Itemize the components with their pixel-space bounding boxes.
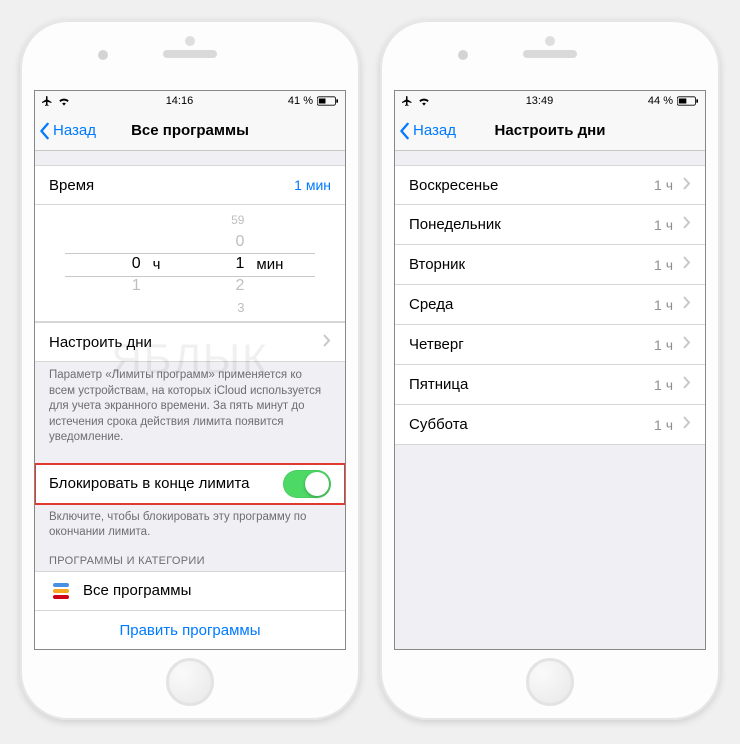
airplane-mode-icon — [401, 95, 413, 107]
day-value: 1 ч — [654, 177, 673, 193]
day-name: Понедельник — [409, 216, 501, 233]
back-button[interactable]: Назад — [395, 122, 456, 140]
status-bar: 13:49 44 % — [395, 91, 705, 111]
day-row[interactable]: Среда 1 ч — [395, 285, 705, 325]
day-row[interactable]: Воскресенье 1 ч — [395, 165, 705, 205]
limits-help-text: Параметр «Лимиты программ» применяется к… — [35, 362, 345, 446]
days-list: Воскресенье1 чПонедельник1 чВторник1 чСр… — [395, 165, 705, 445]
day-row[interactable]: Пятница 1 ч — [395, 365, 705, 405]
day-name: Среда — [409, 296, 453, 313]
wifi-icon — [417, 96, 431, 106]
all-apps-icon — [49, 579, 73, 603]
all-apps-row[interactable]: Все программы — [35, 571, 345, 611]
chevron-left-icon — [39, 122, 51, 140]
day-value: 1 ч — [654, 337, 673, 353]
time-row-value: 1 мин — [294, 177, 331, 193]
front-camera — [458, 50, 468, 60]
wifi-icon — [57, 96, 71, 106]
proximity-sensor — [185, 36, 195, 46]
edit-apps-button[interactable]: Править программы — [35, 611, 345, 650]
day-value: 1 ч — [654, 257, 673, 273]
battery-percent: 44 % — [648, 95, 673, 107]
screen-right: 13:49 44 % Назад Настроить дни Воскресен… — [394, 90, 706, 650]
block-at-limit-label: Блокировать в конце лимита — [49, 475, 250, 492]
day-name: Пятница — [409, 376, 468, 393]
battery-icon — [677, 96, 699, 106]
day-value: 1 ч — [654, 297, 673, 313]
home-button[interactable] — [526, 658, 574, 706]
status-time: 13:49 — [526, 95, 554, 107]
day-value: 1 ч — [654, 377, 673, 393]
nav-bar: Назад Все программы — [35, 111, 345, 151]
back-label: Назад — [53, 122, 96, 139]
earpiece-speaker — [523, 50, 577, 58]
time-row-label: Время — [49, 177, 94, 194]
chevron-right-icon — [683, 336, 691, 353]
day-row[interactable]: Четверг 1 ч — [395, 325, 705, 365]
earpiece-speaker — [163, 50, 217, 58]
chevron-right-icon — [683, 376, 691, 393]
status-time: 14:16 — [166, 95, 194, 107]
back-label: Назад — [413, 122, 456, 139]
chevron-left-icon — [399, 122, 411, 140]
block-at-limit-row[interactable]: Блокировать в конце лимита — [35, 464, 345, 504]
chevron-right-icon — [683, 296, 691, 313]
proximity-sensor — [545, 36, 555, 46]
time-row[interactable]: Время 1 мин — [35, 165, 345, 205]
battery-icon — [317, 96, 339, 106]
day-row[interactable]: Суббота 1 ч — [395, 405, 705, 445]
chevron-right-icon — [683, 177, 691, 194]
day-value: 1 ч — [654, 417, 673, 433]
all-apps-label: Все программы — [83, 582, 191, 599]
status-bar: 14:16 41 % — [35, 91, 345, 111]
chevron-right-icon — [323, 334, 331, 351]
apps-categories-header: ПРОГРАММЫ И КАТЕГОРИИ — [35, 541, 345, 571]
day-row[interactable]: Вторник 1 ч — [395, 245, 705, 285]
customize-days-row[interactable]: Настроить дни — [35, 322, 345, 362]
day-name: Вторник — [409, 256, 465, 273]
chevron-right-icon — [683, 416, 691, 433]
chevron-right-icon — [683, 216, 691, 233]
chevron-right-icon — [683, 256, 691, 273]
airplane-mode-icon — [41, 95, 53, 107]
home-button[interactable] — [166, 658, 214, 706]
time-picker[interactable]: · · 0 1 · ч 59 0 1 2 — [35, 205, 345, 322]
day-name: Четверг — [409, 336, 464, 353]
phone-left: ЯБЛЫК 14:16 41 % Назад — [20, 20, 360, 720]
customize-days-label: Настроить дни — [49, 334, 152, 351]
day-value: 1 ч — [654, 217, 673, 233]
nav-bar: Назад Настроить дни — [395, 111, 705, 151]
day-name: Суббота — [409, 416, 468, 433]
edit-apps-label: Править программы — [119, 622, 260, 639]
front-camera — [98, 50, 108, 60]
day-name: Воскресенье — [409, 177, 498, 194]
phone-right: 13:49 44 % Назад Настроить дни Воскресен… — [380, 20, 720, 720]
block-help-text: Включите, чтобы блокировать эту программ… — [35, 504, 345, 541]
block-at-limit-toggle[interactable] — [283, 470, 331, 498]
screen-left: ЯБЛЫК 14:16 41 % Назад — [34, 90, 346, 650]
battery-percent: 41 % — [288, 95, 313, 107]
back-button[interactable]: Назад — [35, 122, 96, 140]
day-row[interactable]: Понедельник 1 ч — [395, 205, 705, 245]
